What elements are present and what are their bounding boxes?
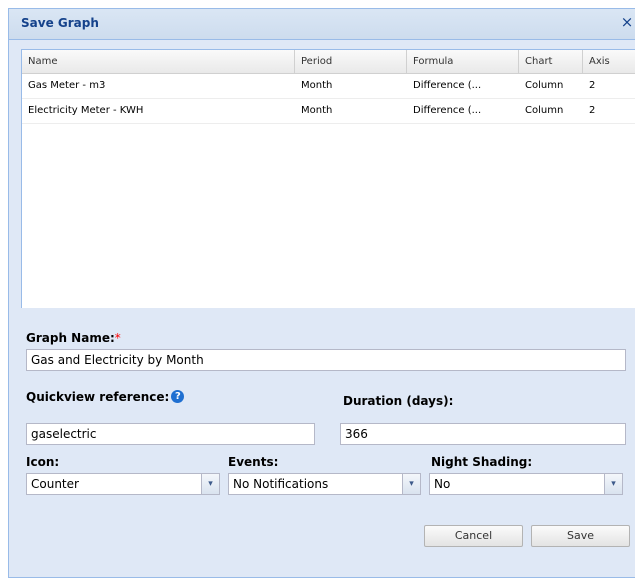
quickview-reference-input[interactable] [26, 423, 315, 445]
night-shading-select[interactable]: No ▾ [429, 473, 623, 495]
cell-formula: Difference (... [413, 105, 482, 116]
cell-name: Gas Meter - m3 [28, 80, 106, 91]
duration-days-input[interactable] [340, 423, 626, 445]
chevron-down-icon[interactable]: ▾ [402, 474, 420, 494]
graph-name-label-text: Graph Name: [26, 331, 115, 345]
series-grid: Name Period Formula Chart Axis Gas Meter… [21, 49, 635, 308]
duration-label: Duration (days): [343, 394, 454, 408]
close-icon[interactable]: × [619, 15, 635, 31]
quickview-label-text: Quickview reference: [26, 390, 170, 404]
graph-name-label: Graph Name:* [26, 331, 121, 345]
night-shading-select-value: No [434, 477, 451, 491]
graph-name-input[interactable] [26, 349, 626, 371]
help-icon[interactable]: ? [171, 390, 185, 403]
cell-period: Month [301, 105, 333, 116]
icon-select[interactable]: Counter ▾ [26, 473, 220, 495]
table-row[interactable]: Gas Meter - m3 Month Difference (... Col… [22, 74, 635, 99]
icon-select-value: Counter [31, 477, 79, 491]
dialog-titlebar[interactable]: Save Graph × [9, 9, 635, 40]
events-label: Events: [228, 455, 279, 469]
save-button[interactable]: Save [531, 525, 630, 547]
column-header-period[interactable]: Period [295, 50, 407, 73]
save-graph-dialog: Save Graph × Name Period Formula Chart A… [8, 8, 635, 578]
column-header-chart[interactable]: Chart [519, 50, 583, 73]
column-header-name[interactable]: Name [22, 50, 295, 73]
cancel-button[interactable]: Cancel [424, 525, 523, 547]
cell-name: Electricity Meter - KWH [28, 105, 144, 116]
cell-axis: 2 [589, 105, 596, 116]
events-select[interactable]: No Notifications ▾ [228, 473, 421, 495]
quickview-label: Quickview reference:? [26, 390, 185, 404]
night-shading-label: Night Shading: [431, 455, 533, 469]
grid-header: Name Period Formula Chart Axis [22, 50, 635, 74]
events-select-value: No Notifications [233, 477, 329, 491]
chevron-down-icon[interactable]: ▾ [604, 474, 622, 494]
column-header-axis[interactable]: Axis [583, 50, 635, 73]
cell-axis: 2 [589, 80, 596, 91]
cell-period: Month [301, 80, 333, 91]
cell-formula: Difference (... [413, 80, 482, 91]
chevron-down-icon[interactable]: ▾ [201, 474, 219, 494]
required-marker: * [114, 331, 121, 345]
dialog-title: Save Graph [21, 16, 99, 30]
cell-chart: Column [525, 80, 564, 91]
table-row[interactable]: Electricity Meter - KWH Month Difference… [22, 99, 635, 124]
icon-label: Icon: [26, 455, 60, 469]
cell-chart: Column [525, 105, 564, 116]
column-header-formula[interactable]: Formula [407, 50, 519, 73]
